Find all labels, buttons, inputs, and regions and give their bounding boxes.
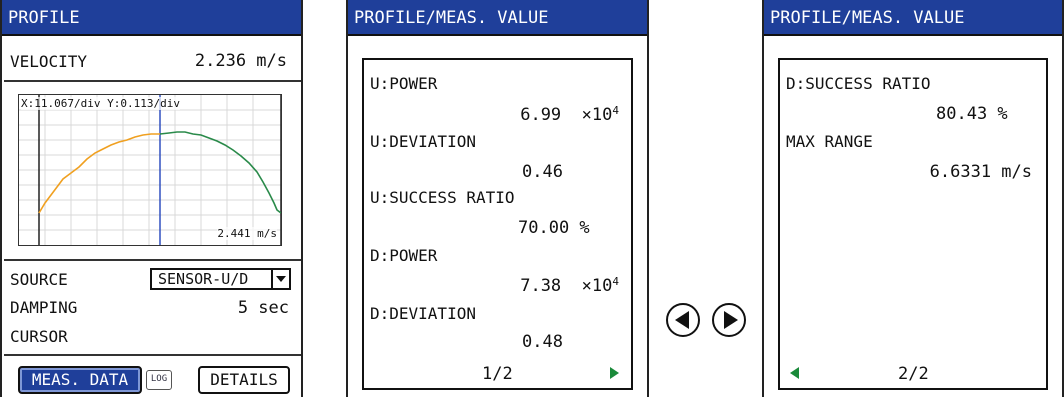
source-label: SOURCE bbox=[10, 270, 68, 289]
meas-data-button[interactable]: MEAS. DATA bbox=[18, 366, 142, 394]
u-deviation-value: 0.46 bbox=[522, 162, 563, 182]
divider bbox=[4, 80, 301, 82]
max-range-label: MAX RANGE bbox=[786, 132, 873, 151]
profile-graph-svg bbox=[19, 95, 281, 245]
next-page-icon bbox=[724, 311, 738, 329]
d-success-ratio-label: D:SUCCESS RATIO bbox=[786, 74, 931, 93]
d-power-label: D:POWER bbox=[370, 246, 438, 265]
divider bbox=[4, 354, 301, 356]
velocity-value: 2.236 m/s bbox=[194, 51, 287, 71]
divider bbox=[4, 259, 301, 261]
profile-title: PROFILE bbox=[2, 0, 301, 36]
next-page-icon[interactable] bbox=[610, 367, 619, 379]
max-range-value: 6.6331 m/s bbox=[929, 162, 1032, 182]
grid bbox=[19, 95, 281, 245]
source-select-value: SENSOR-U/D bbox=[158, 270, 249, 288]
meas-value-page1-panel: PROFILE/MEAS. VALUE U:POWER 6.99 ×104 U:… bbox=[346, 0, 649, 397]
velocity-label: VELOCITY bbox=[10, 52, 88, 71]
u-power-value: 6.99 ×104 bbox=[520, 104, 619, 125]
next-page-button[interactable] bbox=[712, 303, 746, 337]
page2-indicator: 2/2 bbox=[898, 364, 929, 384]
page2-title: PROFILE/MEAS. VALUE bbox=[764, 0, 1062, 36]
page1-title: PROFILE/MEAS. VALUE bbox=[348, 0, 647, 36]
downstream-curve bbox=[159, 131, 281, 214]
damping-value: 5 sec bbox=[237, 298, 289, 318]
log-badge: LOG bbox=[146, 370, 172, 390]
source-select[interactable]: SENSOR-U/D bbox=[150, 268, 291, 290]
d-deviation-label: D:DEVIATION bbox=[370, 304, 476, 323]
u-success-ratio-label: U:SUCCESS RATIO bbox=[370, 188, 515, 207]
d-power-value: 7.38 ×104 bbox=[520, 275, 619, 296]
page1-indicator: 1/2 bbox=[482, 364, 513, 384]
d-deviation-value: 0.48 bbox=[522, 332, 563, 352]
prev-page-icon bbox=[675, 311, 689, 329]
profile-panel: PROFILE VELOCITY 2.236 m/s X:11.067/div … bbox=[0, 0, 303, 397]
d-success-ratio-value: 80.43 % bbox=[936, 104, 1008, 124]
details-button[interactable]: DETAILS bbox=[198, 366, 290, 394]
graph-value-text: 2.441 m/s bbox=[217, 227, 277, 240]
u-success-ratio-value: 70.00 % bbox=[518, 218, 590, 238]
damping-label: DAMPING bbox=[10, 298, 78, 317]
u-deviation-label: U:DEVIATION bbox=[370, 132, 476, 151]
profile-graph: X:11.067/div Y:0.113/div 2.441 m/s bbox=[18, 94, 282, 246]
page1-content: U:POWER 6.99 ×104 U:DEVIATION 0.46 U:SUC… bbox=[362, 58, 633, 390]
page2-content: D:SUCCESS RATIO 80.43 % MAX RANGE 6.6331… bbox=[778, 58, 1048, 390]
u-power-label: U:POWER bbox=[370, 74, 438, 93]
graph-scale-text: X:11.067/div Y:0.113/div bbox=[21, 97, 180, 110]
cursor-label: CURSOR bbox=[10, 327, 68, 346]
dropdown-arrow-icon[interactable] bbox=[271, 270, 289, 288]
prev-page-icon[interactable] bbox=[790, 367, 799, 379]
meas-value-page2-panel: PROFILE/MEAS. VALUE D:SUCCESS RATIO 80.4… bbox=[762, 0, 1064, 397]
prev-page-button[interactable] bbox=[666, 303, 700, 337]
upstream-curve bbox=[38, 133, 160, 214]
